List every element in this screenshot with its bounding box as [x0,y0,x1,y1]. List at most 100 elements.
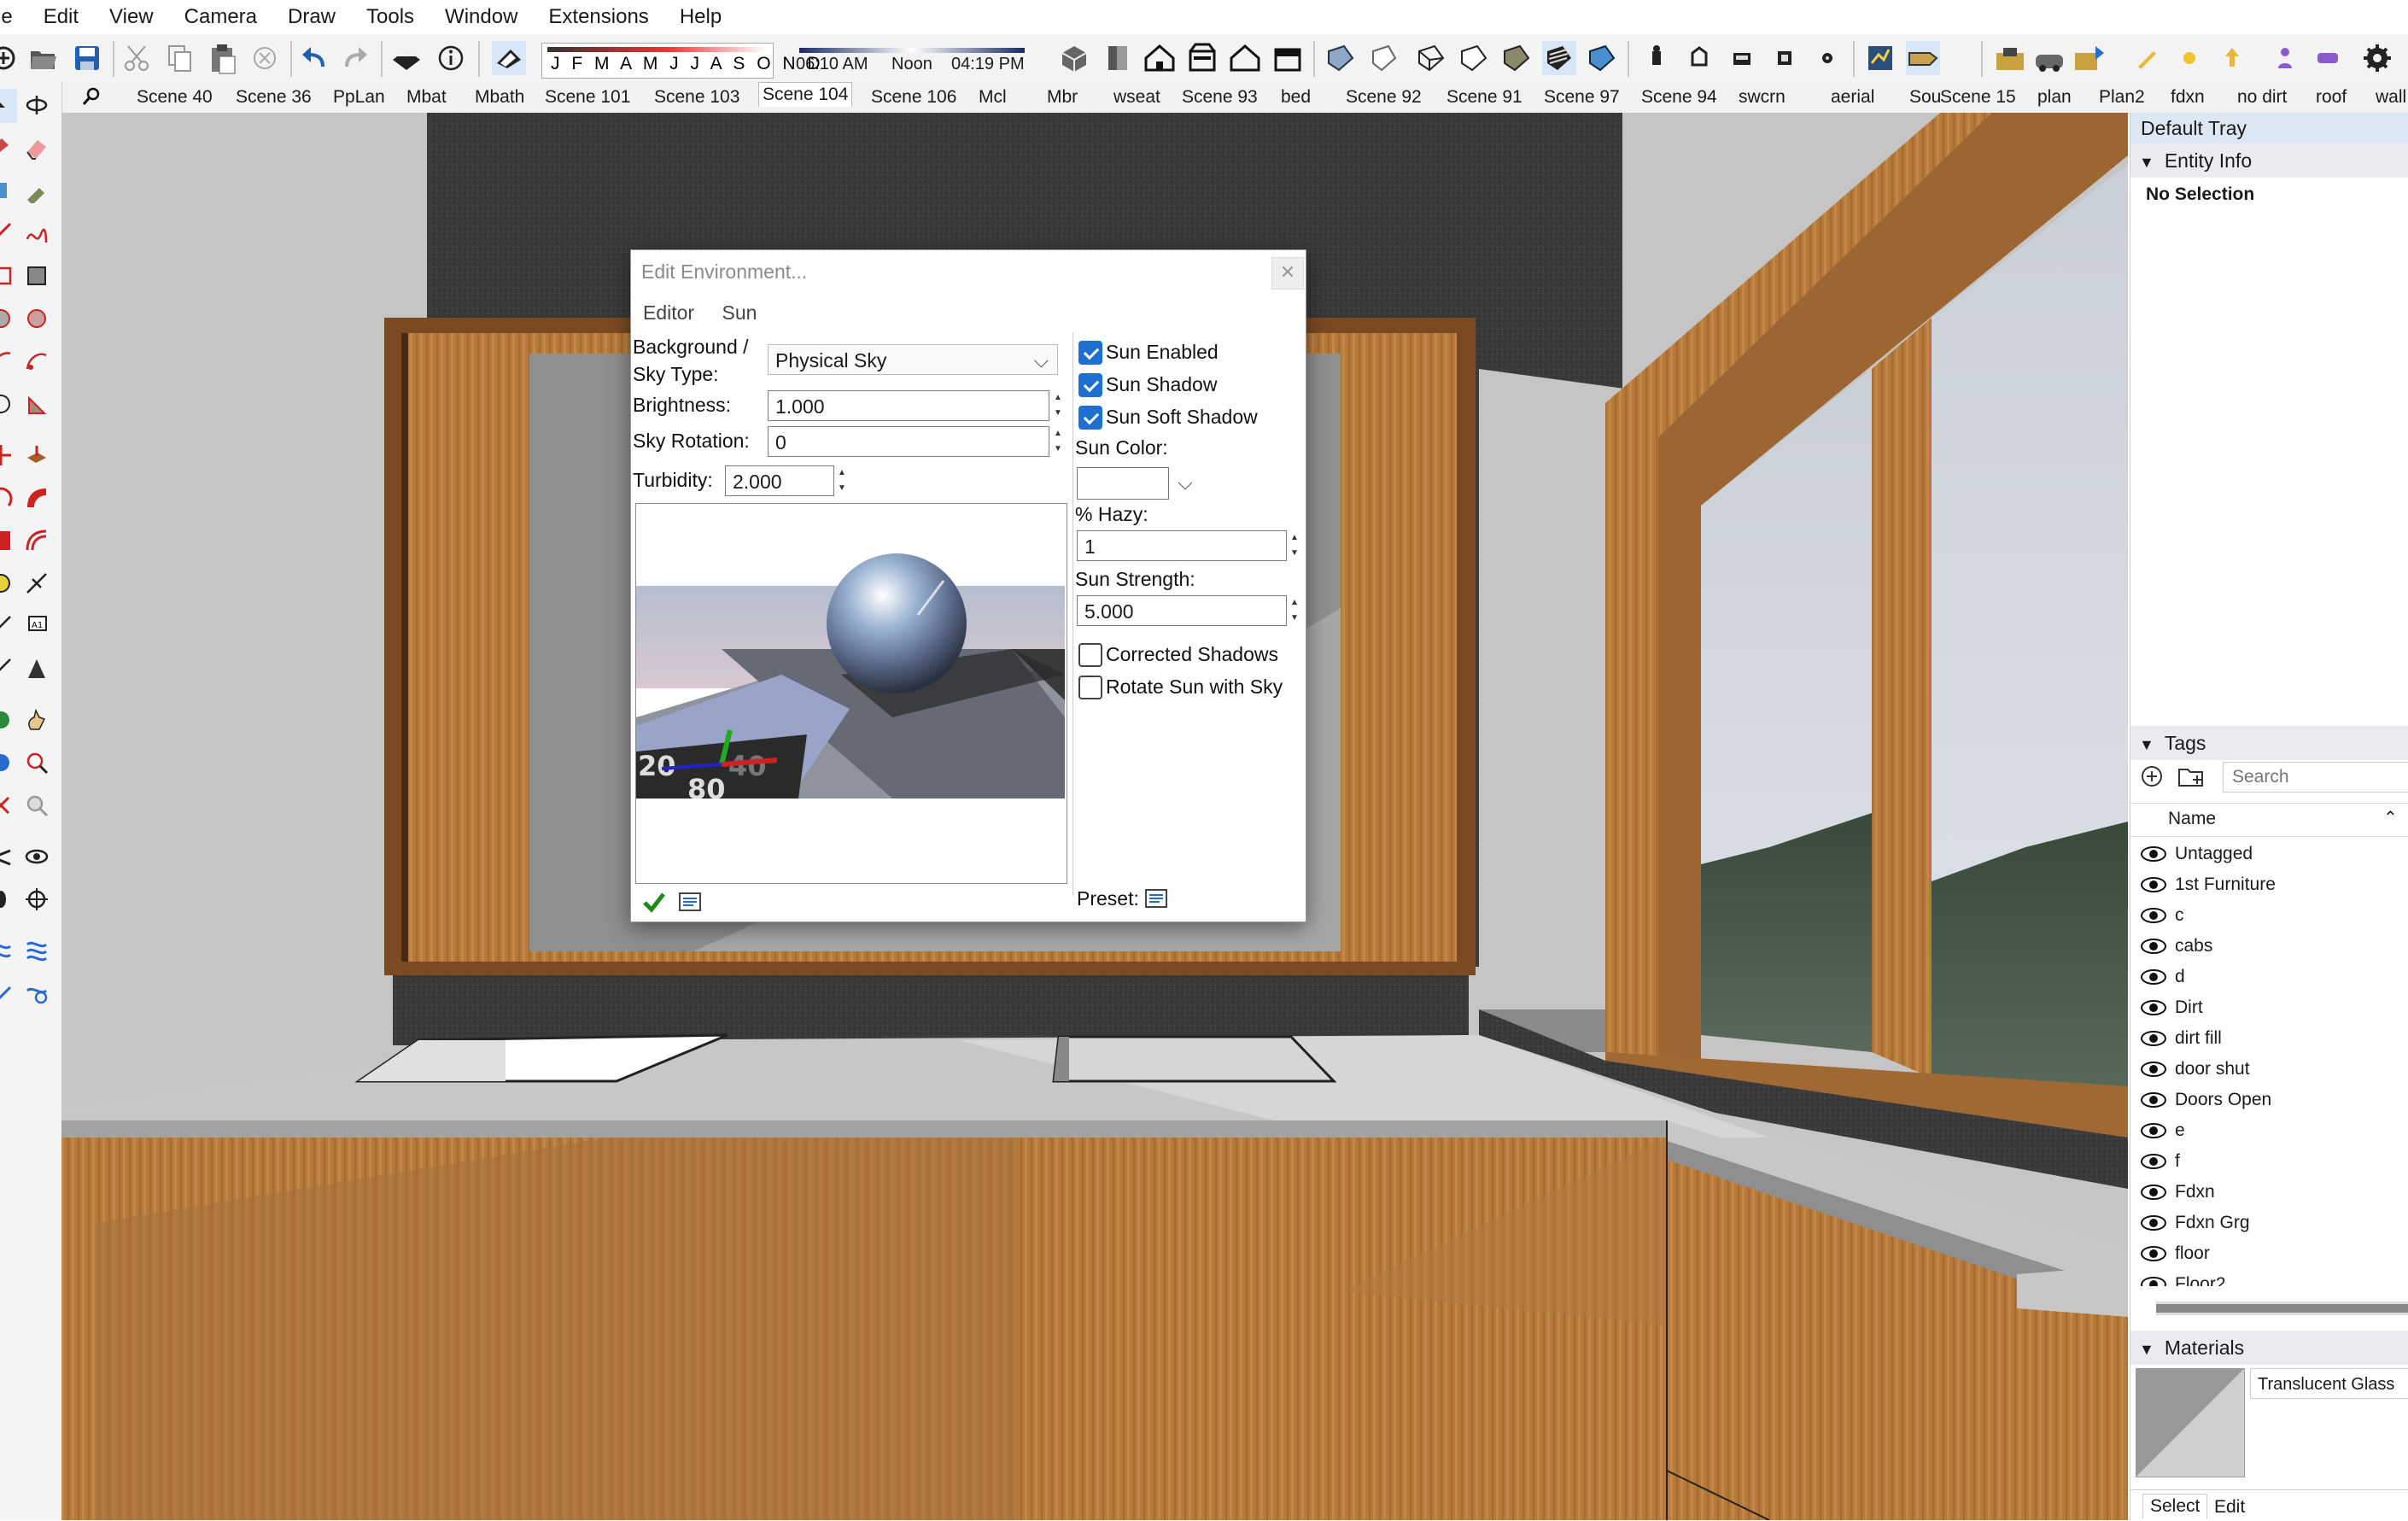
back-view-icon[interactable] [1228,41,1262,75]
tags-horizontal-scrollbar[interactable] [2156,1302,2408,1315]
print-icon[interactable] [389,41,424,75]
shadows-toggle-icon[interactable] [492,41,526,75]
eraser-tool-icon[interactable] [24,135,50,161]
settings-gear-icon[interactable] [2360,41,2394,75]
visibility-eye-icon[interactable] [2141,1215,2166,1231]
scene-tab[interactable]: aerial [1827,85,1878,109]
scene-tab[interactable]: plan [2034,85,2075,109]
visibility-eye-icon[interactable] [2141,1000,2166,1016]
shaded-icon[interactable] [1499,41,1534,75]
axes-tool-icon[interactable] [0,656,14,682]
visibility-eye-icon[interactable] [2141,1246,2166,1262]
menu-draw[interactable]: Draw [288,5,336,29]
menu-tools[interactable]: Tools [366,5,414,29]
sun-strength-stepper[interactable]: ▲ ▼ [1289,595,1300,626]
visibility-eye-icon[interactable] [2141,1062,2166,1078]
sky-rotation-input[interactable]: 0 [768,426,1049,457]
visibility-eye-icon[interactable] [2141,1123,2166,1139]
scene-tab[interactable]: Mcl [975,85,1010,109]
sun-color-dropdown-icon[interactable]: ⌵ [1172,467,1198,498]
hidden-line-icon[interactable] [1457,41,1491,75]
ext-icon-5[interactable] [1810,41,1844,75]
tag-row[interactable]: 1st Furniture [2141,869,2276,900]
pie2-tool-icon[interactable] [24,391,50,417]
pan-tool-icon[interactable] [24,707,50,733]
visibility-eye-icon[interactable] [2141,969,2166,986]
new-icon[interactable] [0,41,20,75]
visibility-eye-icon[interactable] [2141,1277,2166,1286]
tape-measure-tool-icon[interactable] [0,570,14,596]
arrow-up-icon[interactable] [2215,41,2249,75]
tag-row[interactable]: f [2141,1146,2180,1177]
tag-row[interactable]: Dirt [2141,992,2203,1023]
tag-row[interactable]: Floor2 [2141,1269,2226,1286]
tags-column-header[interactable]: Name ⌃ [2130,803,2408,837]
sun-icon[interactable] [2172,41,2206,75]
polygon-tool-icon[interactable] [24,306,50,331]
checkmark-apply-icon[interactable] [641,889,667,915]
search-scenes-icon[interactable] [80,85,102,108]
menu-extensions[interactable]: Extensions [548,5,648,29]
scene-tab[interactable]: fdxn [2167,85,2208,109]
sandbox-tool-icon[interactable] [0,938,14,963]
3d-text-tool-icon[interactable]: A1 [24,613,50,639]
entity-info-header[interactable]: ▼ Entity Info [2130,143,2408,178]
paint-tool-icon[interactable] [0,135,14,161]
tag-row[interactable]: floor [2141,1238,2210,1269]
person-icon[interactable] [2268,41,2302,75]
menu-view[interactable]: View [109,5,154,29]
sky-type-select[interactable]: Physical Sky ⌵ [768,344,1058,375]
zoom-extents-tool-icon[interactable] [0,793,14,818]
visibility-eye-icon[interactable] [2141,877,2166,893]
arc-tool-icon[interactable] [0,348,14,374]
layout-icon[interactable] [1863,41,1897,75]
front-view-icon[interactable] [1143,41,1177,75]
rotate-sun-checkbox[interactable] [1078,676,1102,699]
shadow-time-slider[interactable]: 06:10 AM Noon 04:19 PM [791,43,1030,77]
smoove-tool-icon[interactable] [0,980,14,1006]
shaded-textures-icon[interactable] [1542,41,1576,75]
cut-icon[interactable] [120,41,154,75]
sandbox-scratch-tool-icon[interactable] [24,938,50,963]
rotate-tool-icon[interactable] [0,485,14,511]
left-view-icon[interactable] [1271,41,1305,75]
scene-tab[interactable]: roof [2312,85,2350,109]
visibility-eye-icon[interactable] [2141,1092,2166,1109]
brightness-input[interactable]: 1.000 [768,390,1049,421]
tag-row[interactable]: d [2141,962,2185,992]
stamp-tool-icon[interactable] [24,980,50,1006]
undo-icon[interactable] [297,41,331,75]
scene-tab[interactable]: Scene 106 [868,85,960,109]
menu-help[interactable]: Help [680,5,722,29]
offset-tool-icon[interactable] [24,528,50,553]
tag-row[interactable]: Doors Open [2141,1085,2271,1115]
scene-tab[interactable]: Mbr [1043,85,1081,109]
sun-soft-shadow-checkbox[interactable] [1078,406,1102,430]
tags-search-input[interactable] [2223,762,2408,793]
back-edges-icon[interactable] [1366,41,1400,75]
hazy-stepper[interactable]: ▲ ▼ [1289,530,1300,561]
scene-tab[interactable]: Plan2 [2095,85,2148,109]
section-icon[interactable] [1906,41,1940,75]
edit-environment-dialog[interactable]: Edit Environment... ✕ Editor Sun Backgro… [630,249,1306,922]
move-tool-icon[interactable] [0,442,14,468]
pushpull-tool-icon[interactable] [24,442,50,468]
circle-tool-icon[interactable] [0,306,14,331]
zoom-tool-icon[interactable] [24,750,50,775]
scene-tab[interactable]: Scene 91 [1443,85,1526,109]
paste-icon[interactable] [205,41,239,75]
ext-icon-3[interactable] [1725,41,1759,75]
tag-row[interactable]: Fdxn [2141,1177,2215,1208]
preset-list-icon[interactable] [677,889,703,915]
tab-sun[interactable]: Sun [722,301,757,324]
scene-tab[interactable]: Scene 15 [1937,85,2019,109]
eye-position-tool-icon[interactable] [24,844,50,869]
menu-file[interactable]: le [0,5,13,29]
scene-tab[interactable]: Scene 40 [133,85,216,109]
scene-tab[interactable]: Scene 97 [1540,85,1623,109]
scene-tab[interactable]: Scene 103 [651,85,743,109]
tape-tool-icon[interactable] [0,178,14,203]
scene-tab[interactable]: Scene 93 [1178,85,1261,109]
pencil-icon[interactable] [2130,41,2164,75]
tag-row[interactable]: Untagged [2141,839,2253,869]
